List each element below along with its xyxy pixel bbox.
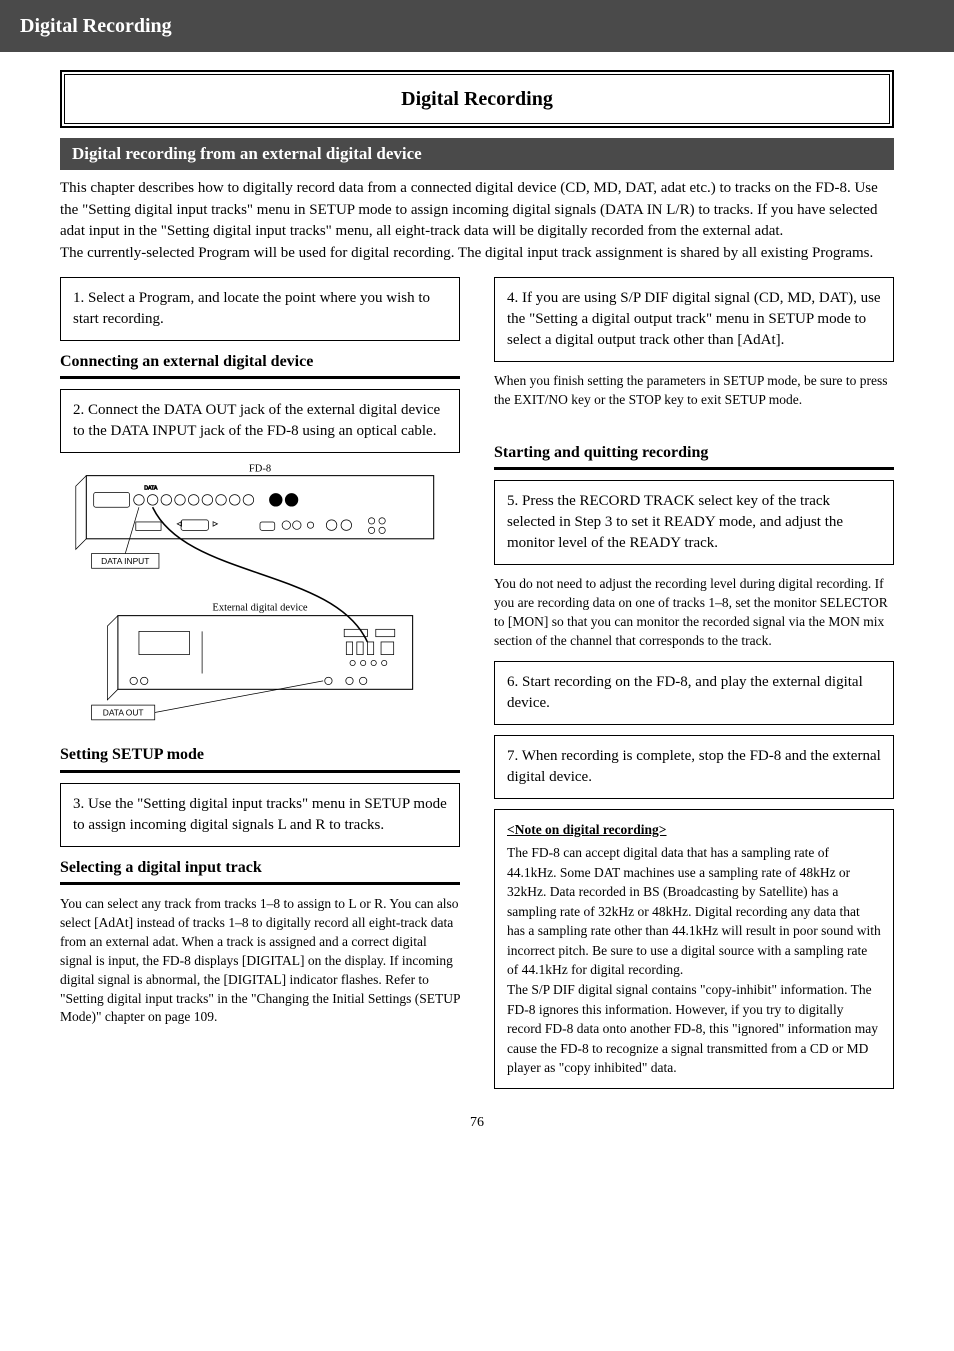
section-bar: Digital recording from an external digit… bbox=[60, 138, 894, 170]
diagram-data-input-label: DATA INPUT bbox=[101, 556, 149, 566]
step-3-box: 3. Use the "Setting digital input tracks… bbox=[60, 783, 460, 847]
start-quit-heading: Starting and quitting recording bbox=[494, 442, 894, 470]
digital-input-track-heading: Selecting a digital input track bbox=[60, 857, 460, 885]
step-6-box: 6. Start recording on the FD-8, and play… bbox=[494, 661, 894, 725]
content-area: Digital Recording Digital recording from… bbox=[0, 70, 954, 1172]
title-box-inner: Digital Recording bbox=[64, 74, 890, 124]
after-step-4-note: When you finish setting the parameters i… bbox=[494, 372, 894, 410]
diagram-external-label: External digital device bbox=[212, 603, 308, 614]
note-box-title: <Note on digital recording> bbox=[507, 820, 881, 840]
connecting-heading: Connecting an external digital device bbox=[60, 351, 460, 379]
title-box-outer: Digital Recording bbox=[60, 70, 894, 128]
header-left: Digital Recording bbox=[20, 12, 172, 40]
intro-paragraph: This chapter describes how to digitally … bbox=[60, 178, 894, 265]
step-4-box: 4. If you are using S/P DIF digital sign… bbox=[494, 277, 894, 362]
note-box: <Note on digital recording> The FD-8 can… bbox=[494, 809, 894, 1089]
step-1-box: 1. Select a Program, and locate the poin… bbox=[60, 277, 460, 341]
note-box-body: The FD-8 can accept digital data that ha… bbox=[507, 843, 881, 1078]
step-7-box: 7. When recording is complete, stop the … bbox=[494, 735, 894, 799]
note-paragraph-1: You can select any track from tracks 1–8… bbox=[60, 895, 460, 1027]
step-2-box: 2. Connect the DATA OUT jack of the exte… bbox=[60, 389, 460, 453]
step-5-box: 5. Press the RECORD TRACK select key of … bbox=[494, 480, 894, 565]
right-column: 4. If you are using S/P DIF digital sign… bbox=[494, 277, 894, 1089]
diagram-data-out-label: DATA OUT bbox=[103, 708, 144, 718]
page-number: 76 bbox=[60, 1113, 894, 1133]
two-column-layout: 1. Select a Program, and locate the poin… bbox=[60, 277, 894, 1089]
left-column: 1. Select a Program, and locate the poin… bbox=[60, 277, 460, 1038]
svg-text:DATA: DATA bbox=[144, 486, 158, 492]
setup-mode-heading: Setting SETUP mode bbox=[60, 744, 460, 772]
connection-diagram: FD-8 DATA bbox=[60, 463, 460, 726]
svg-text:◄: ◄ bbox=[176, 519, 183, 528]
diagram-fd8-label: FD-8 bbox=[249, 464, 271, 475]
page-header: Digital Recording bbox=[0, 0, 954, 52]
svg-text:►: ► bbox=[212, 519, 219, 528]
after-step-5-note: You do not need to adjust the recording … bbox=[494, 575, 894, 651]
